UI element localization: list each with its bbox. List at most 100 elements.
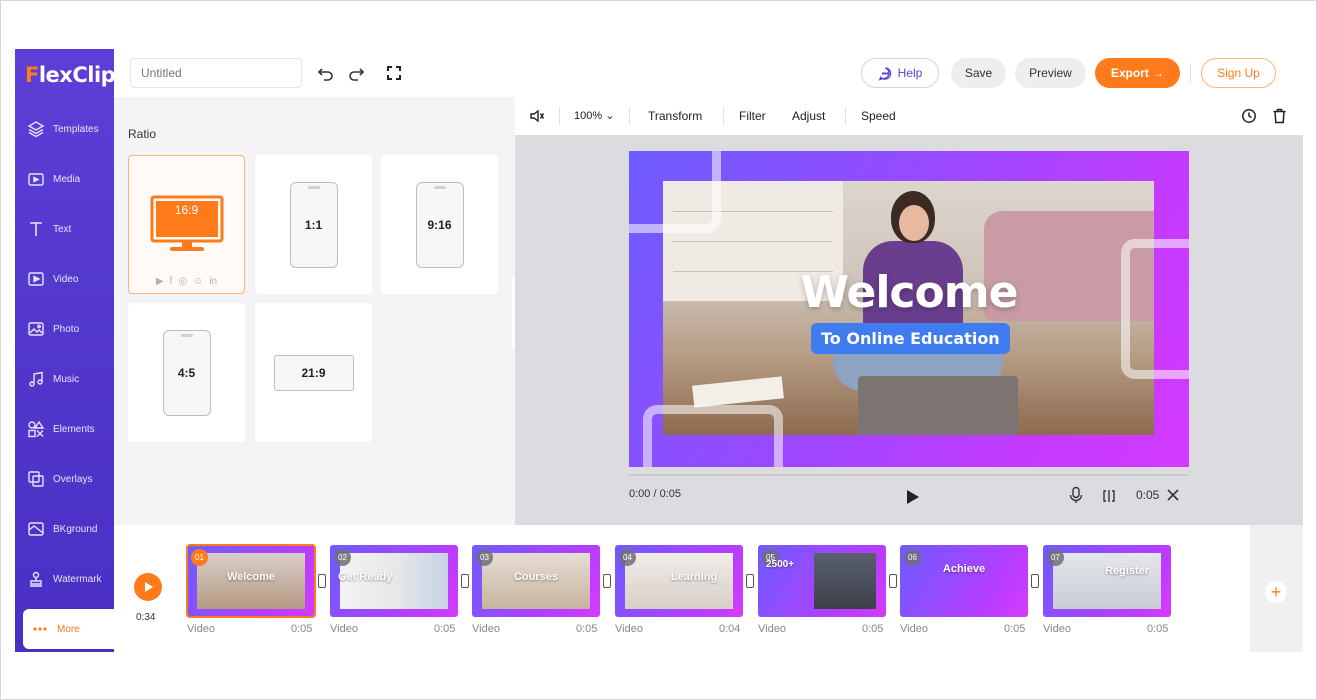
timeline-clip[interactable]: 04 Learning <box>615 545 743 617</box>
project-title-input[interactable] <box>130 58 302 88</box>
transform-button[interactable]: Transform <box>648 109 702 123</box>
clip-number: 07 <box>1047 549 1064 566</box>
clip-thumbnail <box>1053 553 1161 609</box>
text-icon <box>30 222 42 236</box>
speed-button[interactable]: Speed <box>861 109 896 123</box>
phone-frame: 4:5 <box>162 329 211 416</box>
add-clip-zone: + <box>1250 525 1303 652</box>
clip-title: 2500+ <box>766 559 795 570</box>
timeline-clip[interactable]: 07 Register <box>1043 545 1171 617</box>
microphone-icon[interactable] <box>1068 486 1084 504</box>
subheadline-text[interactable]: To Online Education <box>811 323 1010 354</box>
sidebar-item-more[interactable]: More <box>23 609 114 649</box>
transition-button[interactable] <box>318 574 326 588</box>
timeline-clip[interactable]: 05 2500+ <box>758 545 886 617</box>
zoom-dropdown[interactable]: 100% ⌄ <box>574 109 614 122</box>
transition-button[interactable] <box>461 574 469 588</box>
ratio-label: 9:16 <box>427 217 452 232</box>
total-time: 0:34 <box>136 612 156 623</box>
fullscreen-icon[interactable] <box>384 63 404 83</box>
sidebar-item-label: Media <box>53 173 81 185</box>
clip-title: Courses <box>513 571 559 583</box>
ratio-option-1-1[interactable]: 1:1 <box>255 155 372 294</box>
timeline-play-button[interactable] <box>134 573 162 601</box>
preview-button[interactable]: Preview <box>1015 58 1086 88</box>
clock-icon[interactable] <box>1241 108 1257 124</box>
clip-duration[interactable]: 0:05 <box>1136 488 1159 502</box>
ratio-option-9-16[interactable]: 9:16 <box>381 155 498 294</box>
ratio-option-21-9[interactable]: 21:9 <box>255 303 372 442</box>
filter-button[interactable]: Filter <box>739 109 766 123</box>
transition-button[interactable] <box>889 574 897 588</box>
timeline-clip[interactable]: 01 Welcome <box>186 544 316 618</box>
sidebar-item-watermark[interactable]: Watermark <box>15 559 114 599</box>
clip-type-label: Video <box>758 623 786 635</box>
sidebar-item-text[interactable]: Text <box>15 209 114 249</box>
instagram-icon: ◎ <box>178 276 188 287</box>
toolbar-separator <box>629 107 630 125</box>
clip-type-label: Video <box>1043 623 1071 635</box>
topbar-divider <box>1190 63 1191 83</box>
sidebar-item-label: Elements <box>53 423 95 435</box>
playback-progress[interactable] <box>629 474 1189 476</box>
split-icon[interactable] <box>1101 488 1117 504</box>
sidebar-item-video[interactable]: Video <box>15 259 114 299</box>
sidebar-item-label: Video <box>53 273 79 285</box>
sidebar-item-music[interactable]: Music <box>15 359 114 399</box>
transition-button[interactable] <box>746 574 754 588</box>
app-logo[interactable]: FlexClip <box>25 63 116 87</box>
linkedin-icon: in <box>209 276 218 287</box>
sidebar-item-label: Music <box>53 373 80 385</box>
photo-books <box>692 376 784 408</box>
signup-button[interactable]: Sign Up <box>1201 58 1276 88</box>
ratio-option-16-9[interactable]: 16:9 ▶ f ◎ ☺ in <box>128 155 245 294</box>
headline-text[interactable]: Welcome <box>629 267 1189 318</box>
scissors-icon[interactable] <box>1166 488 1180 502</box>
clip-type-label: Video <box>472 623 500 635</box>
sidebar-item-label: Templates <box>53 123 99 135</box>
timeline-clip[interactable]: 02 Get Ready <box>330 545 458 617</box>
clip-title: Welcome <box>226 571 276 583</box>
logo-text: lexClip <box>38 63 116 87</box>
video-canvas[interactable]: Welcome To Online Education <box>629 151 1189 467</box>
snapchat-icon: ☺ <box>193 276 204 287</box>
sidebar-item-templates[interactable]: Templates <box>15 109 114 149</box>
sidebar-item-photo[interactable]: Photo <box>15 309 114 349</box>
decor-frame <box>629 151 721 233</box>
ratio-label: 1:1 <box>304 217 323 232</box>
layers-icon <box>27 121 45 138</box>
help-button[interactable]: Help <box>861 58 939 88</box>
play-icon[interactable] <box>903 488 921 506</box>
decor-frame <box>643 405 783 467</box>
volume-icon[interactable] <box>529 108 545 124</box>
folder-icon <box>28 173 44 186</box>
add-clip-button[interactable]: + <box>1265 581 1287 603</box>
sidebar-item-overlays[interactable]: Overlays <box>15 459 114 499</box>
editor-area: 100% ⌄ Transform Filter Adjust Speed Wel… <box>515 97 1303 525</box>
elements-icon <box>28 420 45 438</box>
export-button[interactable]: Export → <box>1095 58 1180 88</box>
transition-button[interactable] <box>603 574 611 588</box>
top-bar: Help Save Preview Export → Sign Up <box>114 49 1303 97</box>
sidebar-item-label: Watermark <box>53 573 102 585</box>
sidebar-item-media[interactable]: Media <box>15 159 114 199</box>
phone-frame: 9:16 <box>415 181 464 268</box>
watermark-icon <box>30 571 42 587</box>
clip-type-label: Video <box>900 623 928 635</box>
timeline-clip[interactable]: 03 Courses <box>472 545 600 617</box>
trash-icon[interactable] <box>1272 108 1287 124</box>
more-icon <box>33 627 47 631</box>
save-button[interactable]: Save <box>951 58 1006 88</box>
ratio-option-4-5[interactable]: 4:5 <box>128 303 245 442</box>
clip-type-label: Video <box>615 623 643 635</box>
transition-button[interactable] <box>1031 574 1039 588</box>
sidebar-item-elements[interactable]: Elements <box>15 409 114 449</box>
sidebar-item-bkground[interactable]: BKground <box>15 509 114 549</box>
timeline: 0:34 01 Welcome Video 0:05 02 Get Ready … <box>114 525 1250 652</box>
background-icon <box>28 522 44 536</box>
redo-icon[interactable] <box>346 63 366 83</box>
undo-icon[interactable] <box>316 63 336 83</box>
timeline-clip[interactable]: 06 Achieve <box>900 545 1028 617</box>
adjust-button[interactable]: Adjust <box>792 109 825 123</box>
clip-title: Achieve <box>942 563 986 575</box>
